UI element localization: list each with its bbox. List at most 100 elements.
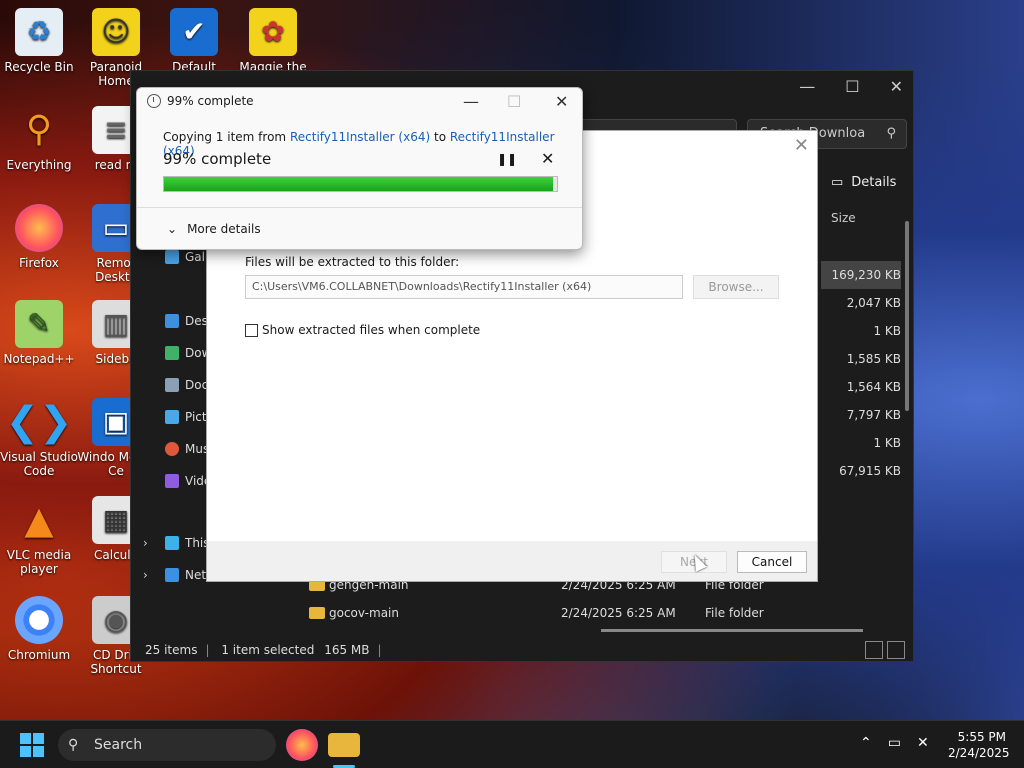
details-label: Details: [851, 175, 897, 190]
status-bar: 25 items | 1 item selected 165 MB |: [131, 639, 913, 661]
table-row[interactable]: gocov-main 2/24/2025 6:25 AM File folder: [301, 599, 861, 627]
details-pane-icon: ▭: [831, 175, 844, 190]
desktop-icon-maggie[interactable]: ✿ Maggie the: [231, 8, 315, 74]
picture-icon: [165, 410, 179, 424]
desktop-icon-default[interactable]: ✔ Default: [152, 8, 236, 74]
network-icon[interactable]: ▭: [888, 735, 901, 751]
system-tray: ⌃ ▭ ✕: [860, 735, 929, 751]
dialog-title-bar: 99% complete: [147, 94, 254, 108]
cancel-copy-icon[interactable]: ✕: [541, 149, 554, 168]
desktop-icon-label: VLC media player: [6, 548, 72, 576]
volume-muted-icon[interactable]: ✕: [917, 735, 929, 751]
download-icon: [165, 346, 179, 360]
size-cell: 2,047 KB: [846, 296, 901, 310]
destination-path-input[interactable]: C:\Users\VM6.COLLABNET\Downloads\Rectify…: [245, 275, 683, 299]
progress-bar: [163, 176, 558, 192]
computer-icon: [165, 536, 179, 550]
maggie-icon: ✿: [249, 8, 297, 56]
source-link[interactable]: Rectify11Installer (x64): [290, 130, 430, 144]
chromium-icon: [15, 596, 63, 644]
size-cell: 1,585 KB: [846, 352, 901, 366]
video-icon: [165, 474, 179, 488]
vscode-icon: ❮❯: [5, 399, 73, 445]
desktop-icon-notepadpp[interactable]: ✎ Notepad++: [0, 300, 81, 366]
wizard-footer: Next Cancel: [207, 541, 817, 581]
default-programs-icon: ✔: [170, 8, 218, 56]
explorer-window-controls: — ☐ ✕: [799, 77, 903, 96]
firefox-taskbar-icon[interactable]: [286, 729, 318, 761]
details-button[interactable]: ▭ Details: [831, 175, 896, 190]
show-extracted-checkbox[interactable]: [245, 323, 258, 337]
desktop-icon-vlc[interactable]: ▲ VLC media player: [0, 496, 81, 576]
taskbar-clock[interactable]: 5:55 PM 2/24/2025: [948, 729, 1010, 761]
music-icon: [165, 442, 179, 456]
file-explorer-taskbar-icon[interactable]: [328, 733, 360, 757]
column-header-size[interactable]: Size: [831, 211, 856, 225]
close-icon[interactable]: ✕: [794, 135, 809, 156]
item-count: 25 items: [145, 643, 198, 657]
more-details-toggle[interactable]: ⌄ More details: [167, 222, 261, 236]
size-cell: 67,915 KB: [839, 464, 901, 478]
chevron-down-icon: ⌄: [167, 222, 178, 236]
desktop-icon-label: Chromium: [7, 648, 71, 662]
desktop-icon-label: Notepad++: [3, 352, 75, 366]
pause-icon[interactable]: ❚❚: [497, 152, 517, 166]
windows-start-icon[interactable]: [20, 733, 44, 757]
clock-icon: [147, 94, 161, 108]
close-icon[interactable]: ✕: [555, 92, 568, 111]
maximize-icon[interactable]: ☐: [845, 77, 859, 96]
more-details-label: More details: [187, 222, 261, 236]
chevron-right-icon[interactable]: ›: [143, 559, 148, 591]
dialog-title: 99% complete: [167, 94, 254, 108]
minimize-icon[interactable]: —: [463, 92, 479, 111]
clock-date: 2/24/2025: [948, 746, 1010, 760]
tiles-view-icon[interactable]: [887, 641, 905, 659]
maximize-icon: ☐: [507, 92, 522, 111]
show-extracted-label: Show extracted files when complete: [262, 323, 481, 337]
close-icon[interactable]: ✕: [890, 77, 903, 96]
chevron-right-icon[interactable]: ›: [143, 527, 148, 559]
minimize-icon[interactable]: —: [799, 77, 815, 96]
desktop-icon-label: Everything: [6, 158, 72, 172]
firefox-icon: [15, 204, 63, 252]
horizontal-scrollbar[interactable]: [601, 629, 863, 632]
size-cell: 1,564 KB: [846, 380, 901, 394]
homer-icon: ☺: [92, 8, 140, 56]
everything-search-icon: ⚲: [25, 109, 53, 150]
gallery-icon: [165, 250, 179, 264]
size-column: 169,230 KB 2,047 KB 1 KB 1,585 KB 1,564 …: [821, 261, 901, 485]
desktop-icon-vscode[interactable]: ❮❯ Visual Studio Code: [0, 398, 81, 478]
notepadpp-icon: ✎: [15, 300, 63, 348]
recycle-bin-icon: ♻: [15, 8, 63, 56]
show-extracted-checkbox-row[interactable]: Show extracted files when complete: [245, 323, 480, 337]
extract-folder-label: Files will be extracted to this folder:: [245, 255, 460, 269]
cancel-button[interactable]: Cancel: [737, 551, 807, 573]
size-cell: 1 KB: [873, 436, 901, 450]
folder-icon: [309, 607, 325, 619]
size-cell: 1 KB: [873, 324, 901, 338]
taskbar: ⚲ Search ⌃ ▭ ✕ 5:55 PM 2/24/2025: [0, 720, 1024, 768]
selection-count: 1 item selected: [221, 643, 315, 657]
desktop-icon-everything[interactable]: ⚲ Everything: [0, 106, 81, 173]
document-icon: [165, 378, 179, 392]
clock-time: 5:55 PM: [957, 730, 1006, 744]
desktop-icon-chromium[interactable]: Chromium: [0, 596, 81, 662]
search-icon: ⚲: [886, 126, 896, 141]
divider: [137, 207, 582, 208]
taskbar-search[interactable]: ⚲ Search: [58, 729, 276, 761]
view-toggle: [865, 641, 905, 659]
browse-button[interactable]: Browse...: [693, 275, 779, 299]
details-view-icon[interactable]: [865, 641, 883, 659]
size-cell: 169,230 KB: [821, 261, 901, 289]
desktop-icon-recycle-bin[interactable]: ♻ Recycle Bin: [0, 8, 81, 74]
vlc-cone-icon: ▲: [24, 498, 54, 542]
percent-complete: 99% complete: [163, 150, 272, 168]
copy-progress-dialog: 99% complete — ☐ ✕ Copying 1 item from R…: [136, 87, 583, 250]
vertical-scrollbar[interactable]: [905, 221, 909, 411]
taskbar-search-label: Search: [94, 737, 143, 753]
desktop-icon-label: Recycle Bin: [4, 60, 74, 74]
chevron-up-icon[interactable]: ⌃: [860, 735, 872, 751]
desktop-icon-label: Firefox: [19, 256, 59, 270]
desktop-icon-firefox[interactable]: Firefox: [0, 204, 81, 270]
desktop-icon-label: Visual Studio Code: [0, 450, 78, 478]
